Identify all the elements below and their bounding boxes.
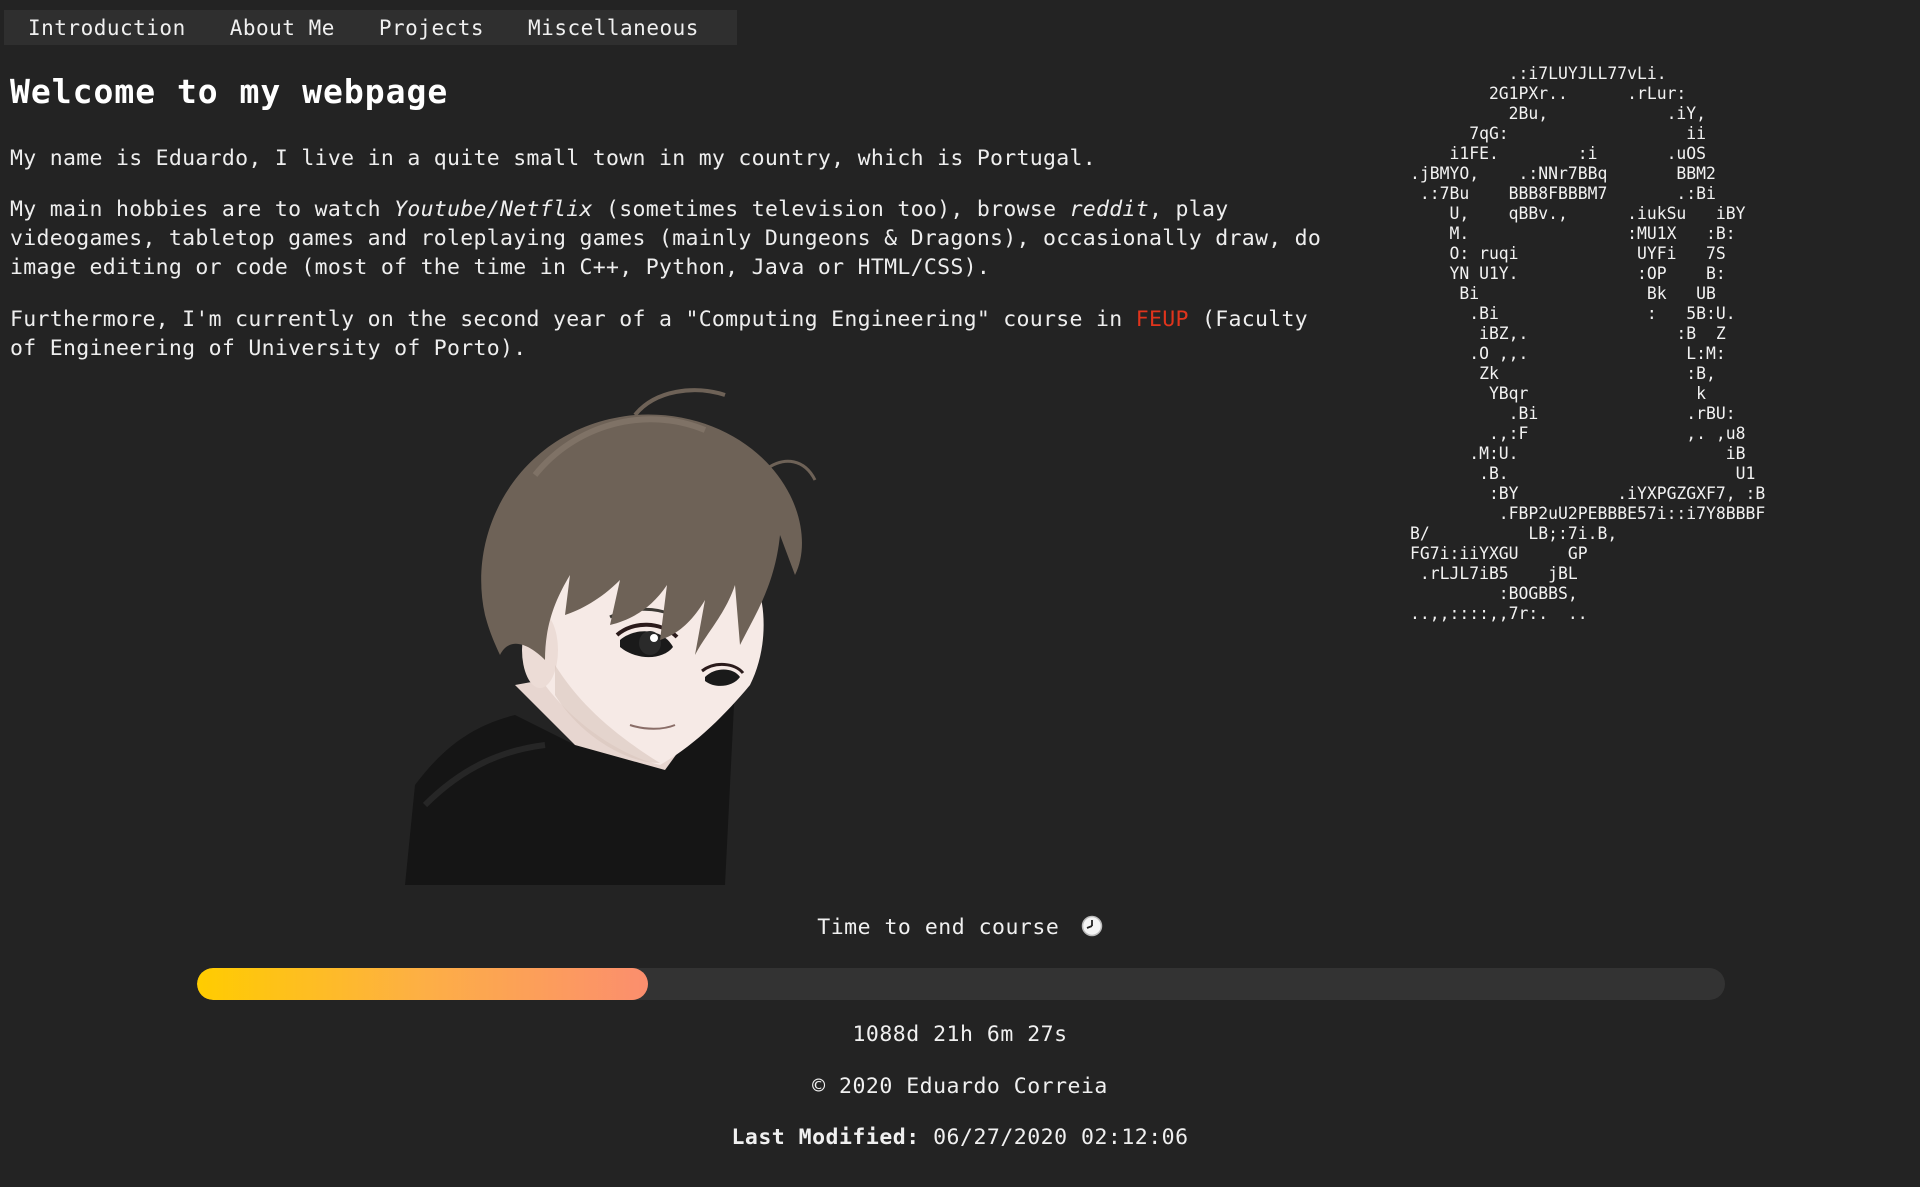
last-modified-value: 06/27/2020 02:12:06 bbox=[933, 1125, 1189, 1150]
page-title: Welcome to my webpage bbox=[10, 72, 449, 111]
timer-label-row: Time to end course bbox=[0, 915, 1920, 940]
hobbies-text-b: (sometimes television too), browse bbox=[592, 197, 1070, 222]
course-paragraph: Furthermore, I'm currently on the second… bbox=[10, 305, 1340, 363]
nav-item-projects[interactable]: Projects bbox=[357, 16, 506, 40]
nav-item-about-me[interactable]: About Me bbox=[208, 16, 357, 40]
ascii-art: .:i7LUYJLL77vLi. 2G1PXr.. .rLur: 2Bu, .i… bbox=[1410, 64, 1766, 623]
clock-icon bbox=[1081, 915, 1102, 937]
intro-paragraph: My name is Eduardo, I live in a quite sm… bbox=[10, 146, 1097, 171]
hobbies-youtube: Youtube/Netflix bbox=[394, 197, 593, 222]
course-progress-bar bbox=[197, 968, 1725, 1000]
nav-item-miscellaneous[interactable]: Miscellaneous bbox=[506, 16, 721, 40]
hobbies-text-a: My main hobbies are to watch bbox=[10, 197, 395, 222]
course-progress-fill bbox=[197, 968, 648, 1000]
countdown-text: 1088d 21h 6m 27s bbox=[852, 1022, 1068, 1047]
top-navigation: Introduction About Me Projects Miscellan… bbox=[4, 10, 737, 45]
feup-link[interactable]: FEUP bbox=[1136, 307, 1189, 332]
copyright-text: © 2020 Eduardo Correia bbox=[812, 1074, 1108, 1099]
avatar-illustration bbox=[405, 388, 817, 885]
course-text-a: Furthermore, I'm currently on the second… bbox=[10, 307, 1136, 332]
timer-label: Time to end course bbox=[817, 915, 1060, 940]
hobbies-reddit: reddit bbox=[1069, 197, 1150, 222]
last-modified: Last Modified: 06/27/2020 02:12:06 bbox=[0, 1125, 1920, 1150]
hobbies-paragraph: My main hobbies are to watch Youtube/Net… bbox=[10, 195, 1340, 282]
last-modified-label: Last Modified: bbox=[731, 1125, 920, 1150]
nav-item-introduction[interactable]: Introduction bbox=[4, 16, 208, 40]
